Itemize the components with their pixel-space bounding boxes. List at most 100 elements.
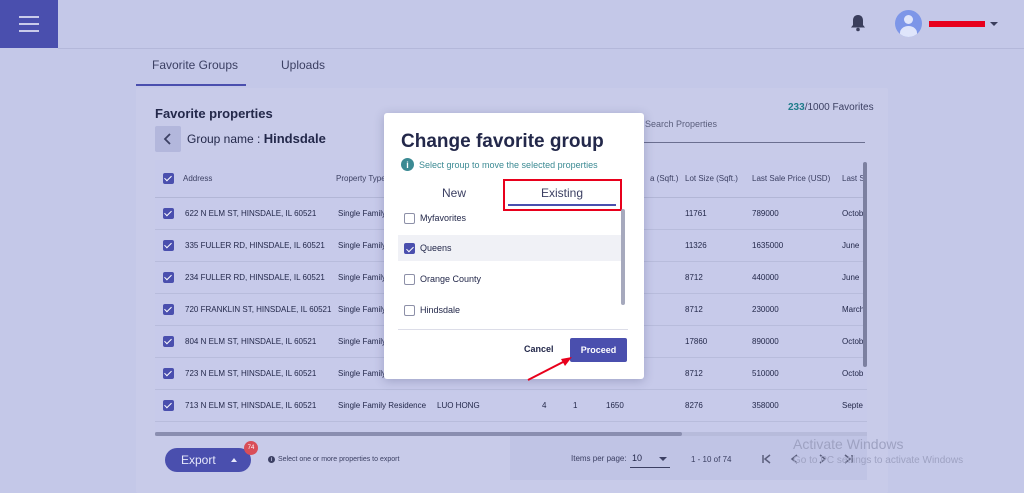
first-page-icon[interactable] xyxy=(761,453,773,465)
last-sale-cell: March xyxy=(842,305,865,314)
address-cell: 804 N ELM ST, HINSDALE, IL 60521 xyxy=(185,337,317,346)
address-cell: 723 N ELM ST, HINSDALE, IL 60521 xyxy=(185,369,317,378)
group-list: Myfavorites Queens Orange County Hindsda… xyxy=(398,205,628,329)
type-cell: Single Family xyxy=(338,369,387,378)
address-cell: 713 N ELM ST, HINSDALE, IL 60521 xyxy=(185,401,317,410)
items-per-page-label: Items per page: xyxy=(571,454,627,463)
beds-cell: 4 xyxy=(542,401,547,410)
user-menu-chevron-down-icon[interactable] xyxy=(990,22,998,26)
lot-cell: 8712 xyxy=(685,369,703,378)
info-icon: i xyxy=(401,158,414,171)
activation-watermark-title: Activate Windows xyxy=(793,436,904,452)
dialog-title: Change favorite group xyxy=(401,131,604,152)
table-row[interactable]: 713 N ELM ST, HINSDALE, IL 60521 Single … xyxy=(155,390,867,422)
user-avatar-icon[interactable] xyxy=(895,10,922,37)
column-header: Last S xyxy=(842,174,865,183)
row-checkbox[interactable] xyxy=(163,208,174,219)
type-cell: Single Family xyxy=(338,241,387,250)
last-sale-cell: Septe xyxy=(842,401,863,410)
column-header: Lot Size (Sqft.) xyxy=(685,174,738,183)
chevron-up-icon xyxy=(231,458,237,462)
price-cell: 1635000 xyxy=(752,241,784,250)
group-list-scrollbar[interactable] xyxy=(621,209,625,305)
group-list-divider xyxy=(398,329,628,330)
area-cell: 1650 xyxy=(606,401,624,410)
export-hint-text: Select one or more properties to export xyxy=(278,456,400,463)
group-checkbox[interactable] xyxy=(404,213,415,224)
owner-cell: LUO HONG xyxy=(437,401,480,410)
search-underline xyxy=(643,142,865,143)
lot-cell: 8712 xyxy=(685,305,703,314)
group-option[interactable]: Hindsdale xyxy=(398,297,624,323)
lot-cell: 8712 xyxy=(685,273,703,282)
pagination-range: 1 - 10 of 74 xyxy=(691,455,732,464)
group-checkbox[interactable] xyxy=(404,274,415,285)
tab-new[interactable]: New xyxy=(442,186,466,200)
cancel-button[interactable]: Cancel xyxy=(524,344,554,354)
group-name-value: Hindsdale xyxy=(263,131,326,146)
chevron-left-icon xyxy=(163,133,171,145)
type-cell: Single Family xyxy=(338,273,387,282)
group-option[interactable]: Orange County xyxy=(398,266,624,292)
lot-cell: 17860 xyxy=(685,337,708,346)
search-properties-input[interactable]: Search Properties xyxy=(645,119,717,129)
row-checkbox[interactable] xyxy=(163,272,174,283)
price-cell: 440000 xyxy=(752,273,779,282)
lot-cell: 11761 xyxy=(685,209,707,218)
group-checkbox[interactable] xyxy=(404,243,415,254)
price-cell: 789000 xyxy=(752,209,779,218)
group-option[interactable]: Queens xyxy=(398,235,624,261)
type-cell: Single Family Residence xyxy=(338,401,427,410)
price-cell: 358000 xyxy=(752,401,779,410)
favorites-count: 233/1000 Favorites xyxy=(788,102,874,113)
price-cell: 890000 xyxy=(752,337,779,346)
address-cell: 720 FRANKLIN ST, HINSDALE, IL 60521 xyxy=(185,305,332,314)
column-header: Last Sale Price (USD) xyxy=(752,174,831,183)
column-header: a (Sqft.) xyxy=(650,174,679,183)
tab-uploads[interactable]: Uploads xyxy=(281,58,325,72)
group-option-label: Orange County xyxy=(420,274,482,284)
panel-title: Favorite properties xyxy=(155,106,273,121)
info-icon: i xyxy=(268,456,275,463)
last-sale-cell: Octob xyxy=(842,369,864,378)
price-cell: 230000 xyxy=(752,305,779,314)
favorites-count-total: /1000 Favorites xyxy=(804,102,874,113)
group-option[interactable]: Myfavorites xyxy=(398,205,624,231)
topbar-divider xyxy=(58,48,1024,49)
chevron-down-icon[interactable] xyxy=(659,457,667,461)
group-name-prefix: Group name : xyxy=(187,132,264,146)
items-per-page-select[interactable]: 10 xyxy=(632,453,642,463)
group-option-label: Hindsdale xyxy=(420,305,461,315)
type-cell: Single Family xyxy=(338,305,387,314)
group-checkbox[interactable] xyxy=(404,305,415,316)
type-cell: Single Family xyxy=(338,337,387,346)
proceed-button[interactable]: Proceed xyxy=(570,338,627,362)
tab-favorite-groups[interactable]: Favorite Groups xyxy=(152,58,238,72)
export-label: Export xyxy=(181,453,216,467)
export-count-badge: 74 xyxy=(244,441,258,455)
change-favorite-group-dialog: Change favorite group i Select group to … xyxy=(384,113,644,379)
row-checkbox[interactable] xyxy=(163,368,174,379)
hamburger-menu-icon[interactable] xyxy=(0,0,58,48)
price-cell: 510000 xyxy=(752,369,779,378)
column-header: Address xyxy=(183,174,213,183)
row-checkbox[interactable] xyxy=(163,400,174,411)
export-button[interactable]: Export xyxy=(165,448,251,472)
back-button[interactable] xyxy=(155,126,181,152)
row-checkbox[interactable] xyxy=(163,240,174,251)
table-vertical-scrollbar[interactable] xyxy=(863,162,867,367)
last-sale-cell: Octob xyxy=(842,209,864,218)
group-name-label: Group name : Hindsdale xyxy=(187,131,326,146)
bell-icon[interactable] xyxy=(850,14,866,32)
row-checkbox[interactable] xyxy=(163,304,174,315)
dialog-hint: i Select group to move the selected prop… xyxy=(401,158,598,171)
lot-cell: 8276 xyxy=(685,401,703,410)
redacted-username[interactable] xyxy=(929,21,985,27)
select-all-checkbox[interactable] xyxy=(163,173,174,184)
activation-watermark-text: Go to PC settings to activate Windows xyxy=(793,455,964,466)
favorites-count-number: 233 xyxy=(788,102,805,113)
row-checkbox[interactable] xyxy=(163,336,174,347)
type-cell: Single Family xyxy=(338,209,387,218)
last-sale-cell: Octob xyxy=(842,337,864,346)
last-sale-cell: June xyxy=(842,241,860,250)
